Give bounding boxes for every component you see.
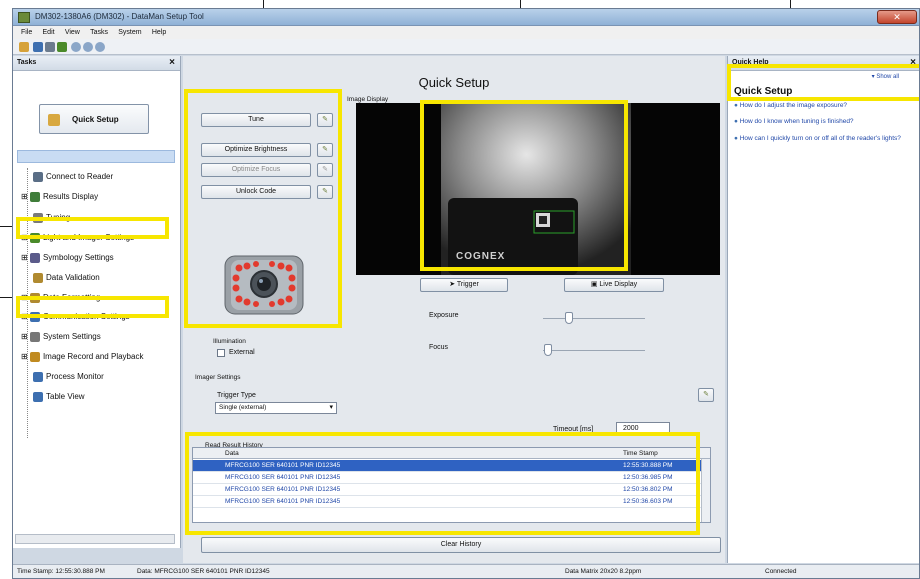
menu-file[interactable]: File — [21, 26, 32, 39]
tree-item-label: Symbology Settings — [42, 253, 114, 263]
app-window: DM302-1380A6 (DM302) - DataMan Setup Too… — [12, 8, 920, 579]
process-monitor-icon — [33, 372, 43, 382]
tasks-panel-header: Tasks × — [13, 56, 180, 71]
clear-history-button[interactable]: Clear History — [201, 537, 721, 553]
tasks-close-icon[interactable]: × — [169, 57, 175, 68]
exposure-slider-thumb[interactable] — [564, 312, 573, 324]
highlight-communication — [16, 296, 169, 318]
tasks-panel-title: Tasks — [17, 59, 37, 66]
trigger-icon: ➤ — [449, 281, 457, 288]
tree-item-data-validation[interactable]: Data Validation — [33, 273, 100, 283]
chart-icon[interactable] — [57, 42, 67, 52]
tree-item-label: Results Display — [42, 192, 99, 202]
tree-item-process-monitor[interactable]: Process Monitor — [33, 372, 104, 382]
menu-system[interactable]: System — [118, 26, 141, 39]
tree-item-label: Table View — [46, 392, 85, 402]
trigger-label: Trigger — [456, 281, 479, 288]
title-bar: DM302-1380A6 (DM302) - DataMan Setup Too… — [13, 9, 919, 26]
tree-item-results-display[interactable]: ⊞ Results Display — [21, 192, 98, 202]
table-view-icon — [33, 392, 43, 402]
tree-item-label: Process Monitor — [46, 372, 104, 382]
tree-item-symbology[interactable]: ⊞ Symbology Settings — [21, 253, 114, 263]
external-label: External — [229, 349, 255, 356]
exposure-label: Exposure — [429, 312, 459, 319]
app-icon — [18, 12, 30, 23]
tree-item-image-record[interactable]: ⊞ Image Record and Playback — [21, 352, 143, 362]
live-display-button[interactable]: ▣ Live Display — [564, 278, 664, 292]
trigger-button[interactable]: ➤ Trigger — [420, 278, 508, 292]
window-close-button[interactable]: ✕ — [877, 10, 917, 24]
quick-setup-button[interactable]: Quick Setup — [39, 104, 149, 134]
toolbar — [13, 39, 919, 55]
quick-help-panel: Quick Help × ▾ Show all Quick Setup ● Ho… — [727, 56, 919, 563]
tree-item-label: Data Validation — [46, 273, 100, 283]
tasks-horizontal-scrollbar[interactable] — [15, 534, 175, 544]
highlight-quick-help — [727, 64, 919, 101]
help-link-label: How do I adjust the image exposure? — [739, 102, 848, 109]
menu-edit[interactable]: Edit — [43, 26, 55, 39]
illumination-label: Illumination — [213, 338, 246, 345]
status-data: Data: MFRCG100 SER 640101 PNR ID12345 — [137, 568, 270, 575]
focus-slider-thumb[interactable] — [544, 344, 553, 356]
results-display-icon — [29, 192, 40, 202]
history-scrollbar[interactable] — [701, 459, 710, 522]
external-checkbox[interactable] — [217, 349, 225, 357]
tree-item-connect[interactable]: Connect to Reader — [33, 172, 113, 182]
save-icon[interactable] — [33, 42, 43, 52]
status-bar: Time Stamp: 12:55:30.888 PM Data: MFRCG1… — [13, 564, 919, 578]
help-link-lights[interactable]: ● How can I quickly turn on or off all o… — [734, 134, 914, 143]
tree-item-system-settings[interactable]: ⊞ System Settings — [21, 332, 101, 342]
trigger-type-label: Trigger Type — [217, 392, 256, 399]
system-settings-icon — [29, 332, 40, 342]
timeout-value: 2000 — [623, 425, 639, 432]
help-link-exposure[interactable]: ● How do I adjust the image exposure? — [734, 102, 914, 109]
symbology-icon — [29, 253, 40, 263]
highlight-tune-controls — [184, 89, 342, 328]
connect-icon — [33, 172, 43, 182]
menu-tasks[interactable]: Tasks — [90, 26, 108, 39]
image-display-label: Image Display — [347, 96, 389, 103]
menu-view[interactable]: View — [65, 26, 80, 39]
page-title: Quick Setup — [418, 75, 490, 90]
imager-settings-icon[interactable]: ✎ — [698, 388, 714, 402]
open-icon[interactable] — [19, 42, 29, 52]
status-connection: Connected — [765, 568, 797, 575]
help-link-label: How do I know when tuning is finished? — [739, 118, 854, 125]
zoom-out-icon[interactable] — [83, 42, 93, 52]
quick-setup-icon — [48, 114, 60, 126]
highlight-light-settings — [16, 217, 169, 239]
help-link-tuning[interactable]: ● How do I know when tuning is finished? — [734, 118, 914, 125]
tree-item-label: System Settings — [42, 332, 101, 342]
highlight-image-display — [420, 100, 628, 271]
chevron-down-icon: ▾ — [329, 404, 333, 411]
image-record-icon — [29, 352, 40, 362]
exposure-slider-track[interactable] — [543, 318, 645, 319]
trigger-type-select[interactable]: Single (external) ▾ — [215, 402, 337, 414]
window-title: DM302-1380A6 (DM302) - DataMan Setup Too… — [35, 12, 204, 21]
data-validation-icon — [33, 273, 43, 283]
imager-settings-label: Imager Settings — [195, 374, 241, 381]
highlight-history — [185, 432, 700, 535]
zoom-in-icon[interactable] — [71, 42, 81, 52]
tree-selection — [17, 150, 175, 163]
connect-icon[interactable] — [45, 42, 55, 52]
status-symbology: Data Matrix 20x20 8.2ppm — [565, 568, 642, 575]
tree-item-label: Connect to Reader — [46, 172, 114, 182]
tree-item-table-view[interactable]: Table View — [33, 392, 85, 402]
menu-help[interactable]: Help — [152, 26, 166, 39]
focus-slider-track[interactable] — [543, 350, 645, 351]
tree-item-label: Image Record and Playback — [42, 352, 144, 362]
trigger-type-value: Single (external) — [219, 404, 267, 411]
quick-setup-button-label: Quick Setup — [72, 115, 119, 124]
live-display-label: Live Display — [599, 281, 638, 288]
menu-bar: File Edit View Tasks System Help — [13, 26, 919, 39]
status-time-stamp: Time Stamp: 12:55:30.888 PM — [17, 568, 105, 575]
focus-label: Focus — [429, 344, 449, 351]
help-link-label: How can I quickly turn on or off all of … — [739, 135, 901, 142]
zoom-fit-icon[interactable] — [95, 42, 105, 52]
